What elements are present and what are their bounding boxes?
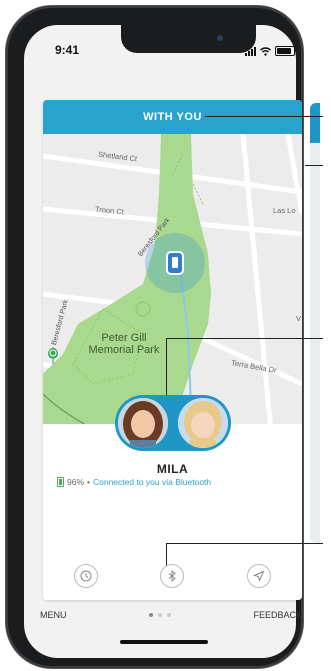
card-header: WITH YOU	[43, 100, 302, 134]
avatar-group[interactable]	[115, 395, 231, 451]
separator: •	[87, 477, 90, 487]
avatar[interactable]	[178, 398, 228, 448]
notch	[121, 25, 256, 53]
callout-line	[166, 338, 167, 403]
bluetooth-icon[interactable]	[160, 564, 185, 588]
navigate-icon[interactable]	[246, 564, 271, 588]
callout-line	[166, 543, 323, 544]
park-label-line: Memorial Park	[88, 344, 160, 356]
street-label: Las Lo	[273, 206, 296, 215]
avatar[interactable]	[118, 398, 168, 448]
callout-line	[305, 165, 323, 166]
card-toolbar	[43, 555, 302, 597]
battery-level-icon	[57, 477, 64, 487]
device-card: WITH YOU Shetland Ct Troon Ct Beresford …	[43, 100, 302, 600]
wifi-icon	[260, 46, 271, 56]
callout-line	[205, 116, 323, 117]
menu-button[interactable]: MENU	[40, 610, 67, 620]
page-indicator	[148, 613, 171, 617]
history-icon[interactable]	[74, 564, 99, 588]
device-status: 96% • Connected to you via Bluetooth	[57, 477, 211, 487]
battery-percent: 96%	[67, 477, 85, 487]
home-indicator	[120, 640, 208, 644]
battery-icon	[275, 46, 295, 56]
park-label: Peter Gill Memorial Park	[79, 332, 169, 356]
callout-line	[166, 338, 323, 339]
park-label-line: Peter Gill	[101, 332, 147, 344]
camera-icon	[217, 35, 223, 41]
status-time: 9:41	[55, 43, 80, 57]
bottom-nav: MENU FEEDBACK	[40, 608, 302, 622]
connection-status: Connected to you via Bluetooth	[93, 477, 212, 487]
feedback-button[interactable]: FEEDBACK	[253, 610, 302, 620]
status-icons	[245, 46, 295, 56]
device-name: MILA	[156, 462, 189, 476]
street-label: V	[296, 314, 302, 323]
side-tab[interactable]	[310, 103, 320, 543]
